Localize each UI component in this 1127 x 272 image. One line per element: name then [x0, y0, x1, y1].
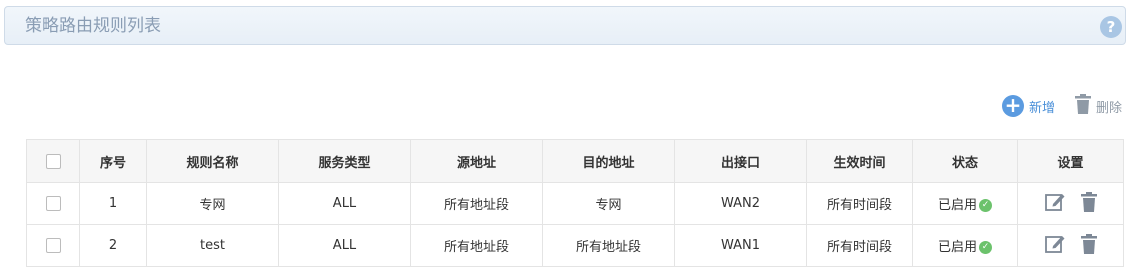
- edit-icon[interactable]: [1044, 234, 1065, 258]
- row-settings-cell: [1017, 224, 1124, 267]
- row-iface: WAN1: [674, 224, 807, 267]
- row-index: 2: [79, 224, 147, 267]
- edit-icon[interactable]: [1044, 192, 1065, 216]
- row-dst: 专网: [542, 182, 675, 225]
- table-row: 2 test ALL 所有地址段 所有地址段 WAN1 所有时间段 已启用 ✓: [26, 224, 1124, 267]
- row-settings-cell: [1017, 182, 1124, 225]
- column-header-src: 源地址: [410, 139, 543, 183]
- row-status-cell: 已启用 ✓: [912, 224, 1018, 267]
- row-iface: WAN2: [674, 182, 807, 225]
- column-header-dst: 目的地址: [542, 139, 675, 183]
- toolbar: + 新增 删除: [1001, 94, 1122, 118]
- trash-icon: [1074, 94, 1091, 118]
- column-header-settings: 设置: [1017, 139, 1124, 183]
- row-time: 所有时间段: [806, 182, 913, 225]
- status-text: 已启用: [937, 240, 977, 255]
- column-header-name: 规则名称: [146, 139, 279, 183]
- row-name: 专网: [146, 182, 279, 225]
- row-src: 所有地址段: [410, 224, 543, 267]
- row-time: 所有时间段: [806, 224, 913, 267]
- row-service: ALL: [278, 182, 411, 225]
- delete-button[interactable]: 删除: [1074, 94, 1122, 118]
- column-header-iface: 出接口: [674, 139, 807, 183]
- select-all-checkbox[interactable]: [45, 153, 61, 169]
- row-src: 所有地址段: [410, 182, 543, 225]
- add-button[interactable]: + 新增: [1001, 95, 1055, 117]
- help-icon[interactable]: ?: [1100, 16, 1122, 38]
- column-header-time: 生效时间: [806, 139, 913, 183]
- row-service: ALL: [278, 224, 411, 267]
- page-title: 策略路由规则列表: [25, 16, 161, 36]
- delete-button-label: 删除: [1095, 100, 1122, 116]
- row-select-cell: [26, 224, 80, 267]
- trash-icon[interactable]: [1080, 233, 1097, 258]
- table-row: 1 专网 ALL 所有地址段 专网 WAN2 所有时间段 已启用 ✓: [26, 182, 1124, 225]
- row-select-cell: [26, 182, 80, 225]
- column-header-index: 序号: [79, 139, 147, 183]
- row-dst: 所有地址段: [542, 224, 675, 267]
- table-header-row: 序号 规则名称 服务类型 源地址 目的地址 出接口 生效时间 状态 设置: [26, 139, 1124, 183]
- check-icon: ✓: [979, 241, 992, 254]
- page-header: 策略路由规则列表 ?: [4, 6, 1126, 45]
- status-text: 已启用: [937, 198, 977, 213]
- rules-table: 序号 规则名称 服务类型 源地址 目的地址 出接口 生效时间 状态 设置 1 专…: [26, 139, 1124, 267]
- check-icon: ✓: [979, 199, 992, 212]
- row-checkbox[interactable]: [45, 196, 61, 211]
- add-button-label: 新增: [1028, 100, 1055, 116]
- column-header-status: 状态: [912, 139, 1018, 183]
- row-status-cell: 已启用 ✓: [912, 182, 1018, 225]
- column-header-service: 服务类型: [278, 139, 411, 183]
- row-index: 1: [79, 182, 147, 225]
- trash-icon[interactable]: [1080, 191, 1097, 216]
- plus-circle-icon: +: [1001, 95, 1024, 117]
- row-checkbox[interactable]: [45, 238, 61, 253]
- row-name: test: [146, 224, 279, 267]
- select-all-cell: [26, 139, 80, 183]
